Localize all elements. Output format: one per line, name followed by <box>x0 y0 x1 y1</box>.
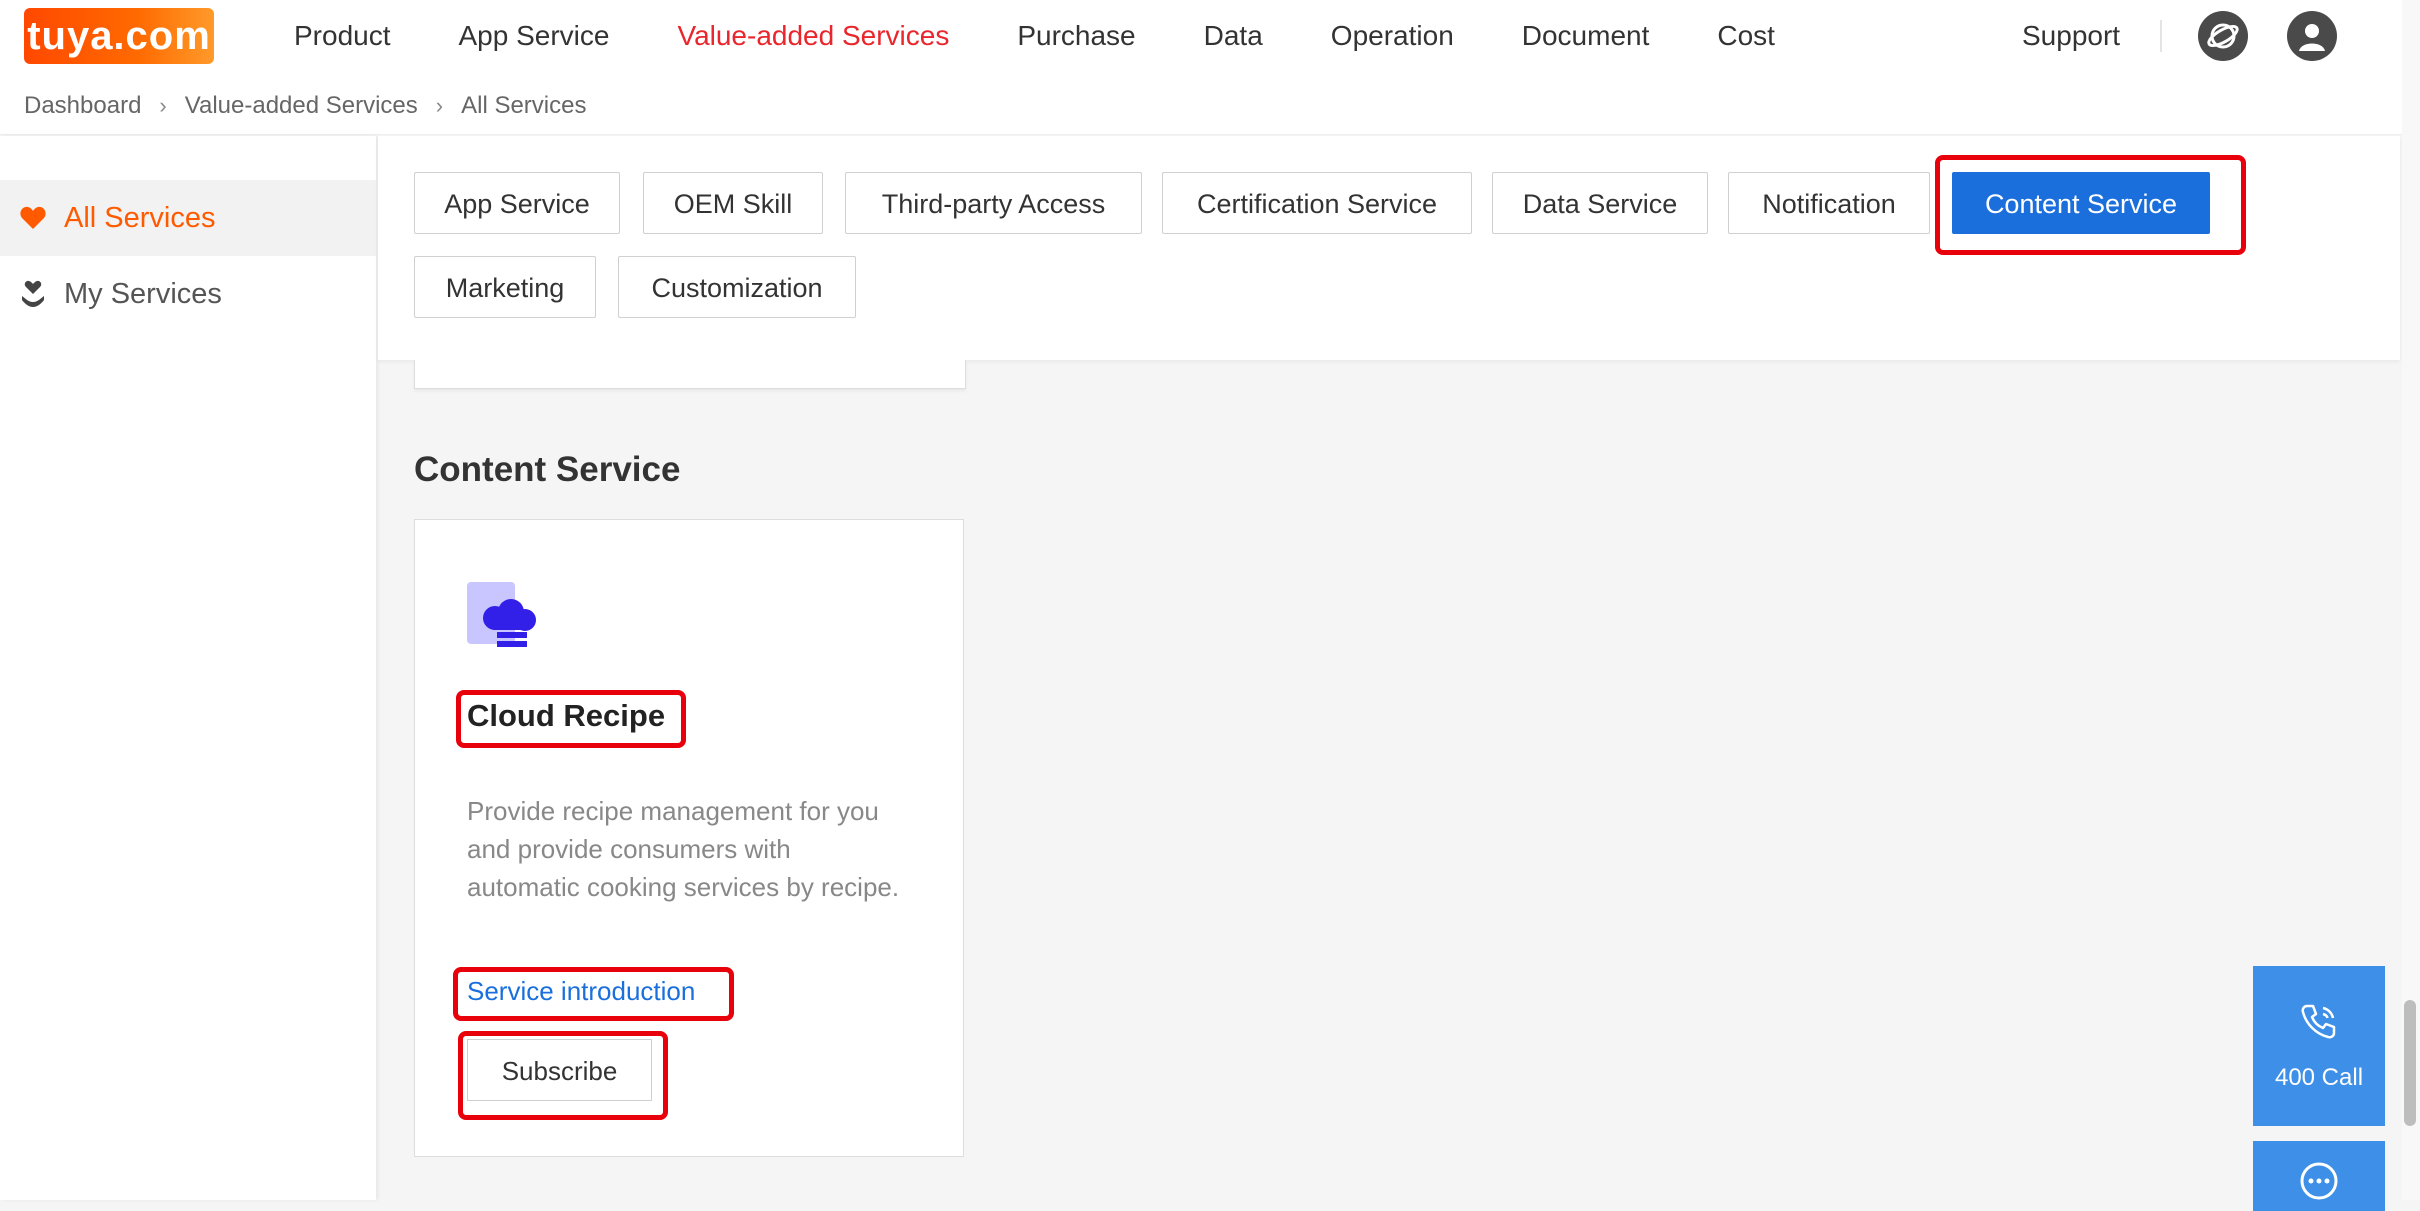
chevron-right-icon: › <box>159 93 167 118</box>
menu-item-document[interactable]: Document <box>1522 16 1684 56</box>
chip-customization[interactable]: Customization <box>618 256 856 318</box>
top-navigation: tuya.com Product App Service Value-added… <box>0 0 2420 135</box>
subscribe-button[interactable]: Subscribe <box>467 1039 652 1101</box>
call-float-button[interactable]: 400 Call <box>2253 966 2385 1126</box>
hand-heart-icon <box>18 279 48 309</box>
support-link[interactable]: Support <box>2022 16 2120 56</box>
user-avatar-icon[interactable] <box>2287 11 2337 61</box>
menu-item-operation[interactable]: Operation <box>1331 16 1488 56</box>
phone-icon <box>2297 1000 2341 1049</box>
chip-certification-service[interactable]: Certification Service <box>1162 172 1472 234</box>
scrollbar-thumb[interactable] <box>2404 1000 2416 1126</box>
sidebar-item-label: My Services <box>64 277 222 310</box>
breadcrumb-all-services: All Services <box>461 92 587 119</box>
section-title: Content Service <box>414 450 681 489</box>
service-introduction-link[interactable]: Service introduction <box>467 976 695 1007</box>
menu-item-value-added-services[interactable]: Value-added Services <box>677 16 983 56</box>
menu-item-purchase[interactable]: Purchase <box>1017 16 1169 56</box>
chat-icon <box>2299 1161 2339 1206</box>
chip-third-party-access[interactable]: Third-party Access <box>845 172 1142 234</box>
service-title: Cloud Recipe <box>467 698 666 733</box>
service-card-cloud-recipe: Cloud Recipe Provide recipe management f… <box>414 519 964 1157</box>
menu-item-cost[interactable]: Cost <box>1717 16 1809 56</box>
chip-oem-skill[interactable]: OEM Skill <box>643 172 823 234</box>
menu-item-product[interactable]: Product <box>294 16 425 56</box>
heart-icon <box>18 203 48 233</box>
chef-hat-icon <box>467 582 541 652</box>
planet-icon[interactable] <box>2198 11 2248 61</box>
tuya-logo[interactable]: tuya.com <box>24 8 214 64</box>
chip-marketing[interactable]: Marketing <box>414 256 596 318</box>
previous-service-card <box>414 360 966 389</box>
breadcrumb-value-added-services[interactable]: Value-added Services <box>185 92 418 120</box>
menu-item-app-service[interactable]: App Service <box>459 16 644 56</box>
sidebar-item-label: All Services <box>64 201 216 234</box>
breadcrumb: Dashboard › Value-added Services › All S… <box>24 92 586 120</box>
chip-notification[interactable]: Notification <box>1728 172 1930 234</box>
sidebar: All Services My Services <box>0 136 376 1200</box>
chevron-right-icon: › <box>435 93 444 118</box>
call-label: 400 Call <box>2274 1064 2364 1091</box>
main-menu: Product App Service Value-added Services… <box>294 16 1843 56</box>
service-description: Provide recipe management for you and pr… <box>467 796 900 902</box>
menu-item-data[interactable]: Data <box>1204 16 1297 56</box>
sidebar-item-all-services[interactable]: All Services <box>0 180 376 256</box>
chip-app-service[interactable]: App Service <box>414 172 620 234</box>
nav-divider <box>2160 20 2162 52</box>
chip-data-service[interactable]: Data Service <box>1492 172 1708 234</box>
chip-content-service[interactable]: Content Service <box>1952 172 2210 234</box>
sidebar-item-my-services[interactable]: My Services <box>0 256 376 332</box>
category-filter-bar: App Service OEM Skill Third-party Access… <box>378 136 2400 360</box>
breadcrumb-dashboard[interactable]: Dashboard <box>24 92 141 120</box>
chat-float-button[interactable] <box>2253 1141 2385 1211</box>
